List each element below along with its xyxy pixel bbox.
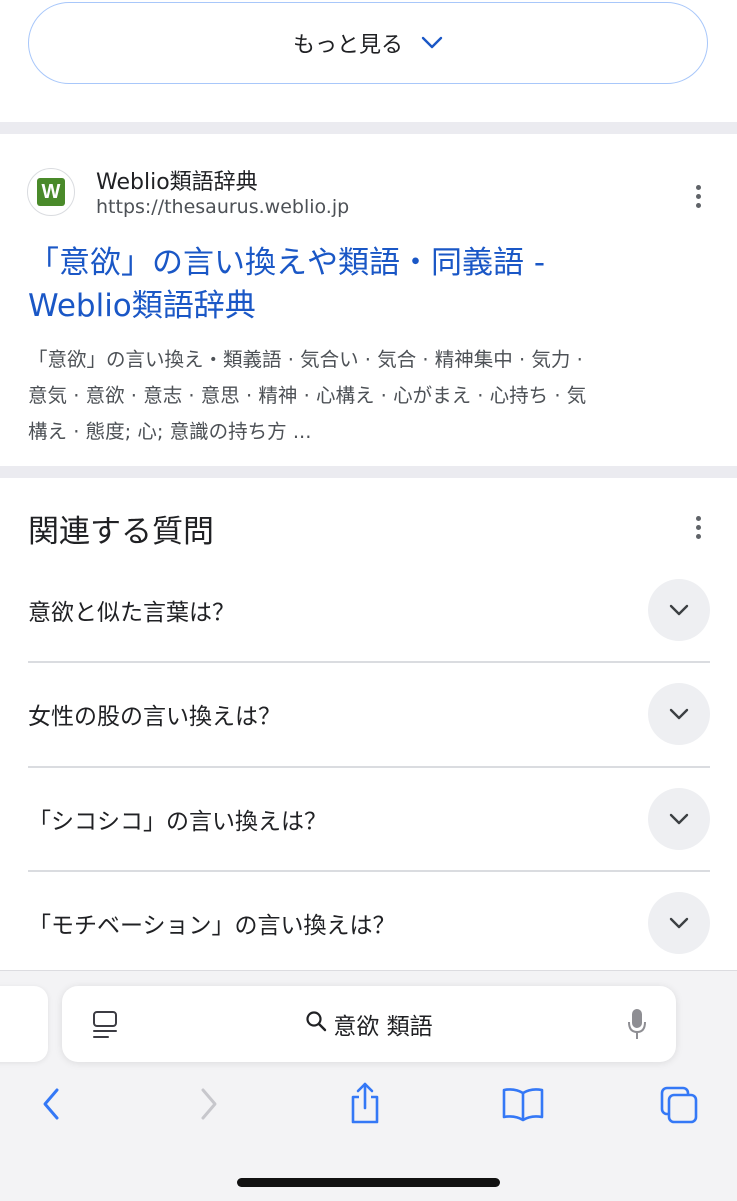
expand-chevron-icon[interactable] bbox=[648, 579, 710, 641]
forward-icon[interactable] bbox=[192, 1084, 226, 1124]
question-text: 「シコシコ」の言い換えは？ bbox=[28, 809, 327, 835]
result-title-line: Weblio類語辞典 bbox=[28, 288, 256, 324]
question-row[interactable]: 意欲と似た言葉は？ bbox=[28, 558, 710, 662]
result-title-link[interactable]: 「意欲」の言い換えや類語・同義語 - Weblio類語辞典 bbox=[28, 242, 688, 328]
chevron-down-icon bbox=[421, 36, 443, 50]
snippet-line: 「意欲」の言い換え・類義語 · 気合い · 気合 · 精神集中 · 気力 · bbox=[28, 348, 583, 371]
address-bar[interactable]: 意欲 類語 bbox=[62, 986, 676, 1062]
section-divider bbox=[0, 466, 737, 478]
expand-chevron-icon[interactable] bbox=[648, 892, 710, 954]
related-questions-options-icon[interactable] bbox=[695, 516, 701, 539]
snippet-line: 意気 · 意欲 · 意志 · 意思 · 精神 · 心構え · 心がまえ · 心持… bbox=[28, 384, 587, 407]
address-query[interactable]: 意欲 類語 bbox=[62, 986, 676, 1062]
result-snippet: 「意欲」の言い換え・類義語 · 気合い · 気合 · 精神集中 · 気力 · 意… bbox=[28, 342, 713, 450]
share-icon[interactable] bbox=[345, 1080, 385, 1126]
snippet-line: 構え · 態度; 心; 意識の持ち方 ... bbox=[28, 420, 312, 443]
previous-tab-preview[interactable] bbox=[0, 986, 48, 1062]
search-query-text: 意欲 類語 bbox=[333, 1014, 433, 1040]
question-row[interactable]: 「シコシコ」の言い換えは？ bbox=[28, 767, 710, 871]
question-text: 意欲と似た言葉は？ bbox=[28, 600, 235, 626]
question-text: 「モチベーション」の言い換えは？ bbox=[28, 913, 396, 939]
question-row[interactable]: 女性の股の言い換えは？ bbox=[28, 662, 710, 766]
site-name[interactable]: Weblio類語辞典 bbox=[96, 164, 258, 196]
more-results-label: もっと見る bbox=[292, 33, 403, 58]
tabs-icon[interactable] bbox=[658, 1084, 700, 1126]
weblio-logo: W bbox=[37, 178, 65, 206]
question-row[interactable]: 「モチベーション」の言い換えは？ bbox=[28, 871, 710, 975]
more-results-button[interactable]: もっと見る bbox=[28, 2, 708, 84]
related-questions-title: 関連する質問 bbox=[28, 514, 214, 550]
question-text: 女性の股の言い換えは？ bbox=[28, 704, 281, 730]
expand-chevron-icon[interactable] bbox=[648, 683, 710, 745]
back-icon[interactable] bbox=[34, 1084, 68, 1124]
bookmarks-icon[interactable] bbox=[500, 1084, 546, 1124]
result-more-options-icon[interactable] bbox=[695, 185, 701, 208]
microphone-icon[interactable] bbox=[622, 1006, 652, 1042]
expand-chevron-icon[interactable] bbox=[648, 788, 710, 850]
site-url[interactable]: https://thesaurus.weblio.jp bbox=[96, 196, 349, 218]
result-title-line: 「意欲」の言い換えや類語・同義語 - bbox=[28, 245, 546, 281]
search-icon bbox=[305, 1010, 327, 1038]
section-divider bbox=[0, 122, 737, 134]
home-indicator[interactable] bbox=[237, 1178, 500, 1187]
site-favicon[interactable]: W bbox=[27, 168, 75, 216]
